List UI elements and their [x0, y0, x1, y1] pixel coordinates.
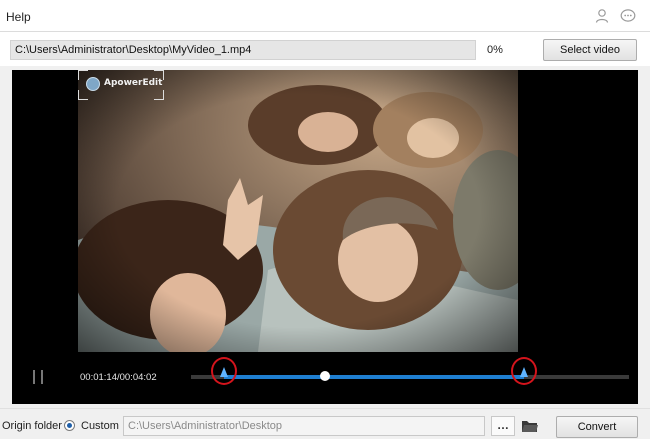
- title-bar: Help: [0, 0, 650, 32]
- file-row: C:\Users\Administrator\Desktop\MyVideo_1…: [0, 32, 650, 66]
- browse-dots-button[interactable]: …: [491, 416, 515, 436]
- output-bar: Origin folder Custom C:\Users\Administra…: [0, 408, 650, 439]
- origin-folder-label[interactable]: Origin folder: [2, 420, 62, 432]
- open-folder-icon[interactable]: [521, 418, 539, 434]
- trim-end-handle[interactable]: [520, 367, 529, 377]
- user-icon[interactable]: [594, 8, 610, 24]
- playback-controls: 00:01:14/00:04:02: [12, 352, 638, 404]
- video-preview[interactable]: [78, 70, 518, 352]
- apoweredit-logo-icon: [86, 77, 100, 91]
- time-display: 00:01:14/00:04:02: [80, 372, 157, 383]
- trim-range: [224, 375, 525, 379]
- menu-help[interactable]: Help: [6, 10, 31, 24]
- progress-percent: 0%: [487, 44, 503, 56]
- watermark: ApowerEdit: [78, 70, 164, 100]
- convert-button[interactable]: Convert: [556, 416, 638, 438]
- video-frame-image: [78, 70, 518, 352]
- watermark-text: ApowerEdit: [104, 78, 163, 88]
- select-video-button[interactable]: Select video: [543, 39, 637, 61]
- chat-icon[interactable]: [620, 8, 636, 24]
- output-folder-field[interactable]: C:\Users\Administrator\Desktop: [123, 416, 485, 436]
- custom-radio[interactable]: [64, 420, 75, 431]
- custom-label[interactable]: Custom: [81, 420, 119, 432]
- video-player: ApowerEdit 00:01:14/00:04:02: [12, 70, 638, 404]
- playhead-knob[interactable]: [320, 371, 331, 381]
- pause-icon[interactable]: [32, 370, 44, 384]
- video-path-field[interactable]: C:\Users\Administrator\Desktop\MyVideo_1…: [10, 40, 476, 60]
- trim-start-handle[interactable]: [220, 367, 229, 377]
